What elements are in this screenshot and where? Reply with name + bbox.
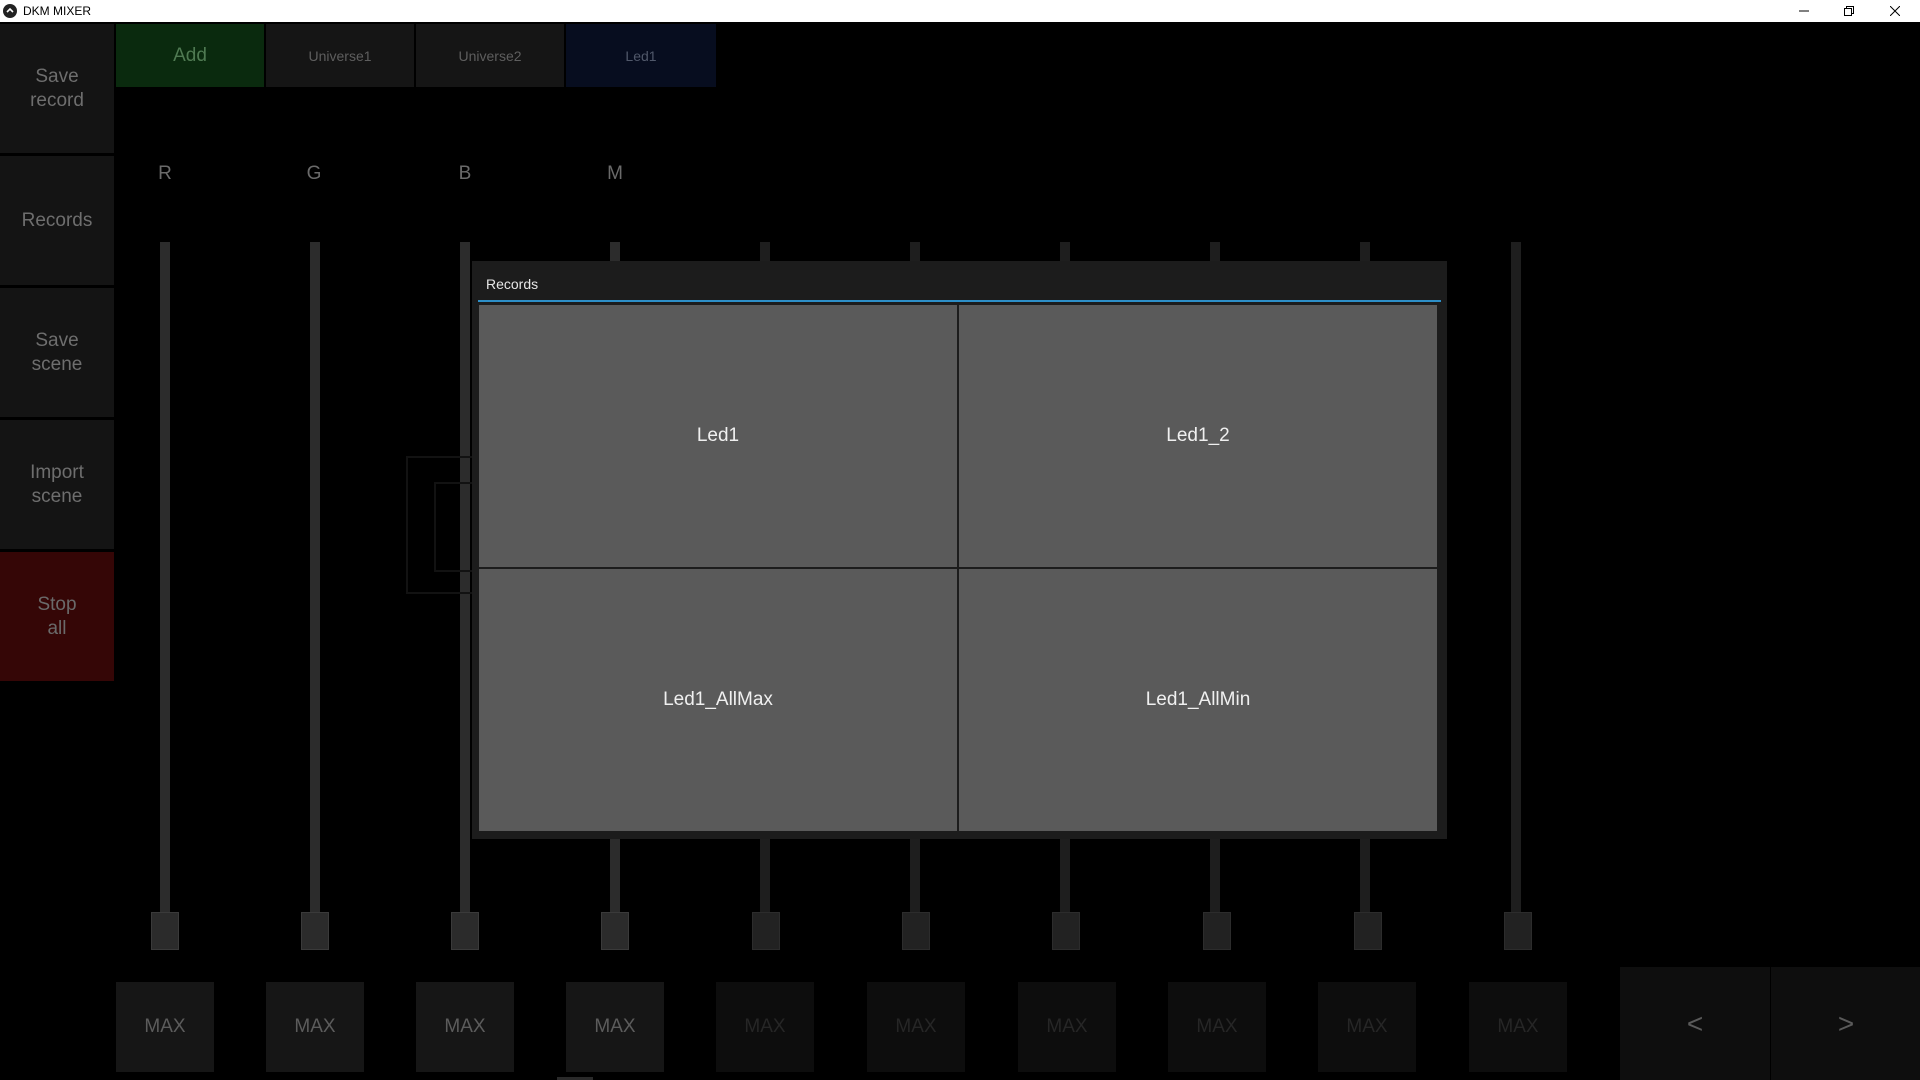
fader-handle[interactable] [752,912,780,950]
record-item-led1-2[interactable]: Led1_2 [959,305,1437,567]
close-icon [1890,6,1900,16]
fader-handle[interactable] [151,912,179,950]
max-button[interactable]: MAX [566,982,664,1072]
dialog-title: Records [486,276,539,292]
dialog-title-divider [478,300,1441,302]
fader-handle[interactable] [1052,912,1080,950]
restore-icon [1844,6,1854,16]
record-item-led1-allmax[interactable]: Led1_AllMax [479,569,957,831]
max-button[interactable]: MAX [1168,982,1266,1072]
record-item-led1[interactable]: Led1 [479,305,957,567]
fader-handle[interactable] [451,912,479,950]
fader-handle[interactable] [301,912,329,950]
max-button[interactable]: MAX [1469,982,1567,1072]
record-item-led1-allmin[interactable]: Led1_AllMin [959,569,1437,831]
tab-led1[interactable]: Led1 [566,24,716,87]
max-button[interactable]: MAX [1018,982,1116,1072]
prev-page-button[interactable]: < [1620,967,1770,1080]
max-button[interactable]: MAX [716,982,814,1072]
minimize-button[interactable] [1781,0,1827,22]
window-title: DKM MIXER [23,4,92,18]
channel-label-m: M [607,163,623,184]
import-scene-button[interactable]: Import scene [0,420,114,549]
save-record-button[interactable]: Save record [0,24,114,153]
max-button[interactable]: MAX [266,982,364,1072]
fader-handle[interactable] [601,912,629,950]
add-tab-button[interactable]: Add [116,24,264,87]
next-page-button[interactable]: > [1771,967,1920,1080]
fader-handle[interactable] [1504,912,1532,950]
fader-track[interactable] [160,242,170,914]
tab-universe2[interactable]: Universe2 [416,24,564,87]
dkm-logo-icon [3,4,17,18]
save-scene-button[interactable]: Save scene [0,288,114,417]
max-button[interactable]: MAX [416,982,514,1072]
channel-label-b: B [458,163,472,184]
max-button[interactable]: MAX [116,982,214,1072]
tab-universe1[interactable]: Universe1 [266,24,414,87]
minimize-icon [1799,10,1809,12]
stop-all-button[interactable]: Stop all [0,552,114,681]
fader-handle[interactable] [1354,912,1382,950]
close-button[interactable] [1872,0,1918,22]
restore-button[interactable] [1826,0,1872,22]
fader-handle[interactable] [1203,912,1231,950]
max-button[interactable]: MAX [1318,982,1416,1072]
channel-label-r: R [158,163,172,184]
max-button[interactable]: MAX [867,982,965,1072]
records-button[interactable]: Records [0,156,114,285]
title-bar: DKM MIXER [0,0,1920,22]
fader-track[interactable] [1511,242,1521,914]
fader-track[interactable] [310,242,320,914]
fader-handle[interactable] [902,912,930,950]
records-dialog: Records Led1 Led1_2 Led1_AllMax Led1_All… [472,261,1447,839]
background-panel [434,482,474,572]
channel-label-g: G [306,163,322,184]
